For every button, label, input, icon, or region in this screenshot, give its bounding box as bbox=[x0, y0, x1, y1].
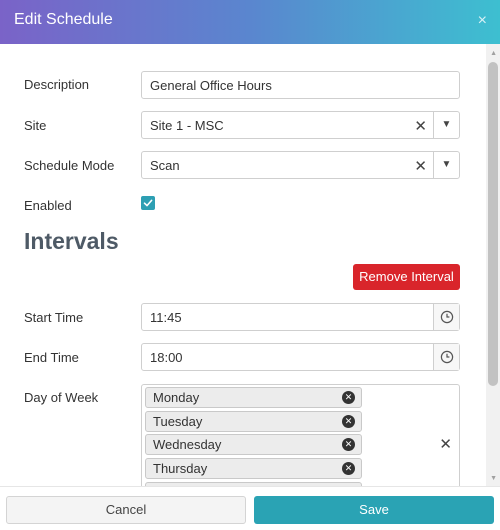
enabled-label: Enabled bbox=[24, 198, 72, 213]
schedule-mode-value: Scan bbox=[150, 158, 180, 173]
clear-all-icon[interactable]: ✕ bbox=[439, 435, 452, 453]
site-label: Site bbox=[24, 118, 47, 133]
dialog-title: Edit Schedule bbox=[14, 11, 113, 28]
remove-circle-icon[interactable]: ✕ bbox=[342, 438, 355, 451]
start-time-field[interactable]: 11:45 bbox=[141, 303, 460, 331]
schedule-mode-label: Schedule Mode bbox=[24, 158, 115, 173]
dialog-body: Description General Office Hours Site Si… bbox=[0, 44, 500, 486]
day-of-week-label: Day of Week bbox=[24, 390, 99, 405]
end-time-field[interactable]: 18:00 bbox=[141, 343, 460, 371]
start-time-label: Start Time bbox=[24, 310, 84, 325]
day-chip-monday: Monday ✕ bbox=[145, 387, 362, 408]
clear-icon[interactable]: ✕ bbox=[414, 117, 427, 135]
day-chip-wednesday: Wednesday ✕ bbox=[145, 434, 362, 455]
site-select[interactable]: Site 1 - MSC ✕ ▼ bbox=[141, 111, 460, 139]
end-time-value: 18:00 bbox=[150, 350, 183, 365]
clock-icon[interactable] bbox=[433, 344, 459, 370]
save-button[interactable]: Save bbox=[254, 496, 494, 524]
chevron-down-icon[interactable]: ▼ bbox=[433, 112, 459, 138]
chevron-down-icon[interactable]: ▼ bbox=[433, 152, 459, 178]
intervals-heading: Intervals bbox=[24, 228, 119, 254]
check-icon bbox=[143, 199, 153, 207]
description-field[interactable]: General Office Hours bbox=[141, 71, 460, 99]
day-chip-thursday: Thursday ✕ bbox=[145, 458, 362, 479]
start-time-value: 11:45 bbox=[150, 310, 182, 325]
description-value: General Office Hours bbox=[150, 78, 272, 93]
remove-circle-icon[interactable]: ✕ bbox=[342, 462, 355, 475]
description-label: Description bbox=[24, 77, 90, 92]
close-icon[interactable]: × bbox=[478, 12, 487, 30]
site-value: Site 1 - MSC bbox=[150, 118, 224, 133]
cancel-button[interactable]: Cancel bbox=[6, 496, 246, 524]
enabled-checkbox[interactable] bbox=[141, 196, 155, 210]
remove-circle-icon[interactable]: ✕ bbox=[342, 391, 355, 404]
day-chip-tuesday: Tuesday ✕ bbox=[145, 411, 362, 432]
clock-icon[interactable] bbox=[433, 304, 459, 330]
schedule-mode-select[interactable]: Scan ✕ ▼ bbox=[141, 151, 460, 179]
dialog-header: Edit Schedule × bbox=[0, 0, 500, 44]
remove-interval-button[interactable]: Remove Interval bbox=[353, 264, 460, 290]
end-time-label: End Time bbox=[24, 350, 79, 365]
dialog-footer: Cancel Save bbox=[0, 486, 500, 530]
remove-circle-icon[interactable]: ✕ bbox=[342, 415, 355, 428]
day-of-week-multiselect[interactable]: Monday ✕ Tuesday ✕ Wednesday ✕ Thursday … bbox=[141, 384, 460, 486]
clear-icon[interactable]: ✕ bbox=[414, 157, 427, 175]
